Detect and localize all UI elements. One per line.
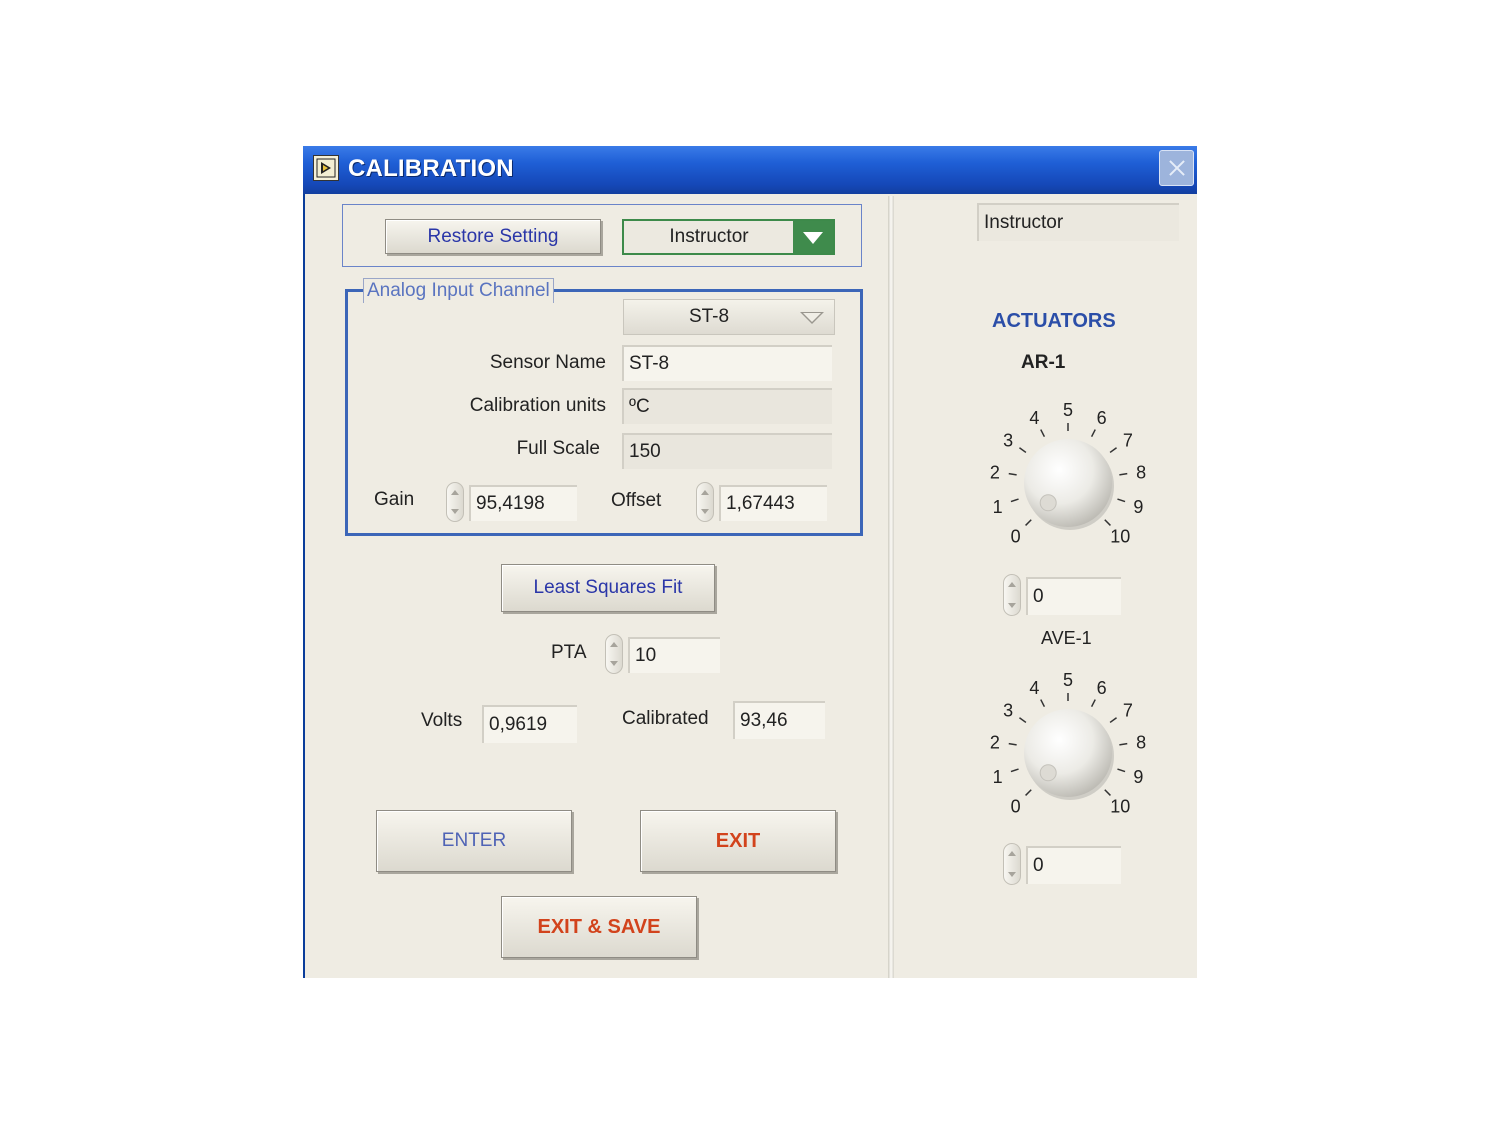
knob-scale-label: 0 xyxy=(1011,526,1021,546)
triangle-down-icon[interactable] xyxy=(793,221,833,253)
knob-tick xyxy=(1119,472,1128,476)
ar-1-knob-label: AR-1 xyxy=(1021,352,1066,373)
sensor-name-label: Sensor Name xyxy=(489,352,606,373)
actuators-title: ACTUATORS xyxy=(992,310,1116,332)
knob-tick xyxy=(1040,429,1046,438)
exit-and-save-button[interactable]: EXIT & SAVE xyxy=(501,896,697,958)
ave-1-knob-label: AVE-1 xyxy=(1041,628,1092,648)
knob-tick xyxy=(1040,699,1046,708)
labview-vi-icon xyxy=(313,155,339,181)
full-scale-label: Full Scale xyxy=(516,438,600,459)
knob-tick xyxy=(1117,498,1126,503)
ar-1-increment-decrement-icon[interactable] xyxy=(1003,574,1021,616)
sensor-name-field[interactable]: ST-8 xyxy=(622,345,832,381)
knob-scale-label: 1 xyxy=(993,497,1003,517)
full-scale-field[interactable]: 150 xyxy=(622,433,832,469)
knob-tick xyxy=(1109,717,1117,724)
knob-scale-label: 10 xyxy=(1110,526,1130,546)
offset-field[interactable]: 1,67443 xyxy=(719,485,827,521)
knob-tick xyxy=(1090,429,1096,438)
knob-body[interactable] xyxy=(1024,439,1112,527)
pta-field[interactable]: 10 xyxy=(628,637,720,673)
close-icon[interactable] xyxy=(1159,150,1194,186)
knob-tick xyxy=(1104,789,1111,796)
knob-scale-label: 5 xyxy=(1063,670,1073,690)
knob-tick xyxy=(1008,472,1017,476)
offset-increment-decrement-icon[interactable] xyxy=(696,482,714,522)
gain-increment-decrement-icon[interactable] xyxy=(446,482,464,522)
knob-scale-label: 7 xyxy=(1123,701,1133,721)
calibrated-indicator: 93,46 xyxy=(733,701,825,739)
gain-label: Gain xyxy=(374,489,415,510)
knob-tick xyxy=(1019,717,1027,724)
channel-select-value: ST-8 xyxy=(688,306,730,327)
knob-tick xyxy=(1008,742,1017,746)
ave-1-knob[interactable]: 01 234 5 678 910 xyxy=(968,658,1168,828)
least-squares-fit-button[interactable]: Least Squares Fit xyxy=(501,564,715,612)
knob-tick xyxy=(1104,519,1111,526)
window-title: CALIBRATION xyxy=(348,155,514,182)
channel-select[interactable]: ST-8 xyxy=(623,299,835,335)
knob-scale-label: 2 xyxy=(990,462,1000,482)
knob-body[interactable] xyxy=(1024,709,1112,797)
knob-tick xyxy=(1019,447,1027,454)
knob-tick xyxy=(1025,519,1032,526)
role-select[interactable]: Instructor xyxy=(622,219,835,255)
knob-scale-label: 6 xyxy=(1097,408,1107,428)
role-indicator: Instructor xyxy=(977,203,1179,241)
knob-pointer xyxy=(1039,494,1057,512)
knob-tick xyxy=(1119,742,1128,746)
exit-button[interactable]: EXIT xyxy=(640,810,836,872)
calibration-units-field[interactable]: ºC xyxy=(622,388,832,424)
knob-tick xyxy=(1090,699,1096,708)
knob-scale-label: 6 xyxy=(1097,678,1107,698)
knob-scale-label: 4 xyxy=(1029,678,1039,698)
gain-field[interactable]: 95,4198 xyxy=(469,485,577,521)
knob-tick xyxy=(1109,447,1117,454)
restore-setting-button[interactable]: Restore Setting xyxy=(385,219,601,254)
knob-pointer xyxy=(1039,764,1057,782)
offset-label: Offset xyxy=(611,490,662,511)
calibration-window: CALIBRATION Restore Setting Instructor A… xyxy=(303,146,1197,978)
volts-indicator: 0,9619 xyxy=(482,705,577,743)
knob-scale-label: 9 xyxy=(1133,767,1143,787)
knob-tick xyxy=(1117,768,1126,773)
volts-label: Volts xyxy=(421,710,463,731)
knob-scale-label: 5 xyxy=(1063,400,1073,420)
knob-scale-label: 2 xyxy=(990,732,1000,752)
ar-1-value-field[interactable]: 0 xyxy=(1026,577,1121,615)
triangle-down-icon[interactable] xyxy=(800,312,824,324)
ave-1-increment-decrement-icon[interactable] xyxy=(1003,843,1021,885)
calibration-units-label: Calibration units xyxy=(469,395,606,416)
knob-scale-label: 4 xyxy=(1029,408,1039,428)
pta-label: PTA xyxy=(551,642,587,663)
knob-tick xyxy=(1010,768,1019,773)
role-select-value: Instructor xyxy=(669,226,749,247)
title-bar[interactable]: CALIBRATION xyxy=(303,146,1197,194)
ar-1-knob[interactable]: 01 234 5 678 910 xyxy=(968,388,1168,558)
knob-scale-label: 7 xyxy=(1123,431,1133,451)
knob-tick xyxy=(1010,498,1019,503)
knob-scale-label: 8 xyxy=(1136,462,1146,482)
knob-scale-label: 3 xyxy=(1003,431,1013,451)
ave-1-value-field[interactable]: 0 xyxy=(1026,846,1121,884)
calibrated-label: Calibrated xyxy=(622,708,709,729)
analog-input-group-label: Analog Input Channel xyxy=(363,278,554,303)
knob-scale-label: 0 xyxy=(1011,796,1021,816)
knob-scale-label: 3 xyxy=(1003,701,1013,721)
knob-scale-label: 9 xyxy=(1133,497,1143,517)
enter-button[interactable]: ENTER xyxy=(376,810,572,872)
knob-tick xyxy=(1025,789,1032,796)
pta-increment-decrement-icon[interactable] xyxy=(605,634,623,674)
knob-scale-label: 1 xyxy=(993,767,1003,787)
knob-scale-label: 8 xyxy=(1136,732,1146,752)
knob-scale-label: 10 xyxy=(1110,796,1130,816)
